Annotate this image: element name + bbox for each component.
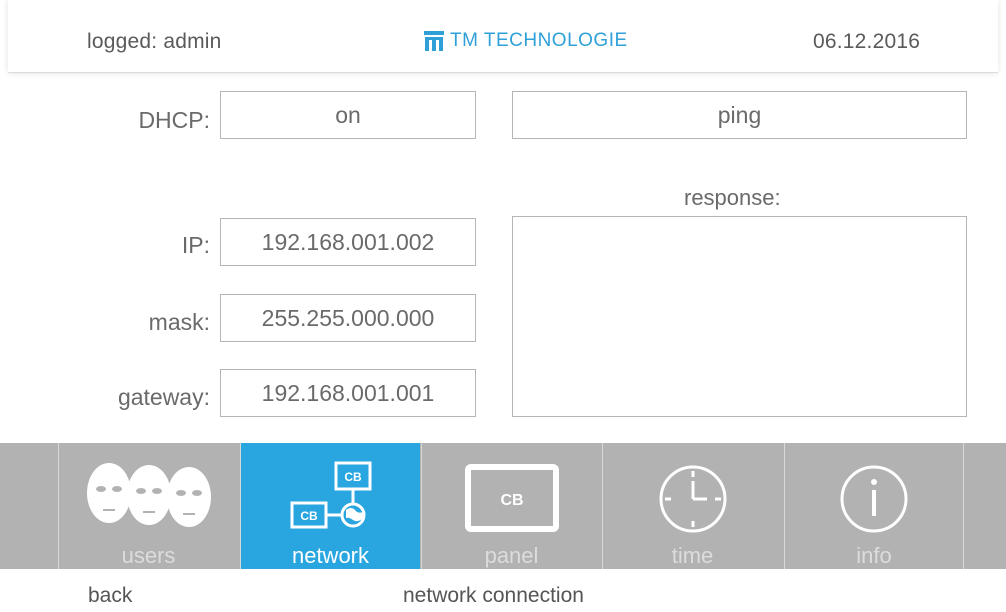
tab-time-label: time: [671, 543, 714, 568]
mask-label: mask:: [148, 309, 210, 335]
mask-input[interactable]: 255.255.000.000: [220, 294, 476, 342]
logged-user-status: logged: admin: [87, 30, 222, 53]
panel-icon-cb: CB: [500, 492, 523, 509]
ip-input[interactable]: 192.168.001.002: [220, 218, 476, 266]
header-bar: logged: admin TM TECHNOLOGIE 06.12.2016: [8, 0, 998, 73]
tab-time[interactable]: time: [602, 443, 782, 569]
logo-text: TM TECHNOLOGIE: [450, 30, 628, 51]
ip-label: IP:: [181, 232, 210, 258]
response-label: response:: [684, 185, 781, 210]
tab-panel-label: panel: [484, 543, 539, 568]
bottom-nav: users CB CB network CB panel time info: [0, 443, 1006, 569]
clock-icon: [659, 465, 726, 533]
panel-icon: CB: [464, 464, 559, 532]
network-icon: CB CB: [290, 461, 371, 529]
tab-info[interactable]: info: [784, 443, 964, 569]
page-title: network connection: [403, 584, 584, 607]
gateway-label: gateway:: [117, 384, 210, 410]
tab-network-label: network: [291, 543, 370, 568]
current-date: 06.12.2016: [813, 30, 921, 53]
ping-button[interactable]: ping: [512, 91, 967, 139]
dhcp-toggle[interactable]: on: [220, 91, 476, 139]
back-button[interactable]: back: [88, 584, 132, 608]
tab-network[interactable]: CB CB network: [240, 443, 420, 569]
tab-users-label: users: [121, 543, 176, 568]
info-icon: [840, 465, 908, 533]
users-icon: [86, 463, 211, 527]
tm-logo-icon: [424, 31, 444, 51]
tab-panel[interactable]: CB panel: [421, 443, 601, 569]
tab-users[interactable]: users: [58, 443, 238, 569]
gateway-input[interactable]: 192.168.001.001: [220, 369, 476, 417]
response-output: [512, 216, 967, 417]
network-icon-cb-bottom: CB: [300, 509, 318, 523]
dhcp-label: DHCP:: [138, 107, 210, 133]
network-icon-cb-top: CB: [344, 470, 362, 484]
tab-info-label: info: [856, 543, 892, 568]
company-logo: TM TECHNOLOGIE: [424, 30, 628, 52]
